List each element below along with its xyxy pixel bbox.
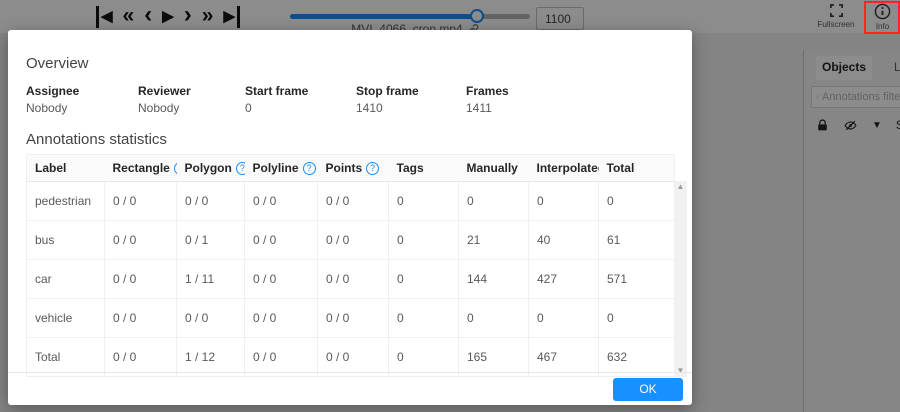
stat-value: 0 xyxy=(388,181,459,221)
column-header-tags: Tags xyxy=(388,154,459,182)
start-frame-label: Start frame xyxy=(245,84,309,98)
stop-frame-label: Stop frame xyxy=(356,84,419,98)
stat-value: 0 / 1 xyxy=(176,220,245,260)
stat-value: 0 / 0 xyxy=(104,220,177,260)
stat-value: 427 xyxy=(528,259,599,299)
question-circle-icon[interactable]: ? xyxy=(173,162,177,175)
column-header-rectangle: Rectangle? xyxy=(104,154,177,182)
stat-value: 0 / 0 xyxy=(244,337,318,377)
statistics-table: LabelRectangle?Polygon?Polyline?Points?T… xyxy=(26,154,675,377)
stats-row: pedestrian 0 / 00 / 00 / 00 / 00000 xyxy=(26,181,675,221)
stat-value: 0 xyxy=(388,220,459,260)
stat-value: 0 / 0 xyxy=(317,337,389,377)
stat-value: 0 xyxy=(458,181,529,221)
stat-value: 165 xyxy=(458,337,529,377)
stats-row: car 0 / 01 / 11 0 / 00 / 0 0 144 427 571 xyxy=(26,259,675,299)
row-label: vehicle xyxy=(26,298,105,338)
stat-value: 0 xyxy=(598,298,675,338)
stats-table-body: pedestrian 0 / 00 / 00 / 00 / 0 0 0 0 0 bus 0 /… xyxy=(26,181,675,377)
stat-value: 144 xyxy=(458,259,529,299)
stat-value: 467 xyxy=(528,337,599,377)
column-header-polyline: Polyline? xyxy=(244,154,318,182)
stat-value: 0 / 0 xyxy=(104,298,177,338)
stat-value: 0 / 0 xyxy=(176,298,245,338)
stat-value: 0 xyxy=(598,181,675,221)
stat-value: 632 xyxy=(598,337,675,377)
overview-fields: Assignee Nobody Reviewer Nobody Start fr… xyxy=(26,84,684,115)
overview-title: Overview xyxy=(26,55,89,72)
row-label: car xyxy=(26,259,105,299)
stat-value: 0 / 0 xyxy=(244,259,318,299)
stats-row: Total 0 / 01 / 12 0 / 00 / 0 0 165 467 632 xyxy=(26,337,675,377)
stat-value: 1 / 11 xyxy=(176,259,245,299)
stat-value: 0 / 0 xyxy=(104,181,177,221)
stat-value: 21 xyxy=(458,220,529,260)
stat-value: 0 xyxy=(528,298,599,338)
table-scrollbar[interactable]: ▲ ▼ xyxy=(674,181,687,377)
row-label: bus xyxy=(26,220,105,260)
stat-value: 0 / 0 xyxy=(244,298,318,338)
stat-value: 0 / 0 xyxy=(317,220,389,260)
stat-value: 0 / 0 xyxy=(104,259,177,299)
question-circle-icon[interactable]: ? xyxy=(302,162,316,175)
stats-row: bus 0 / 00 / 10 / 00 / 0 0 21 40 61 xyxy=(26,220,675,260)
stat-value: 0 / 0 xyxy=(176,181,245,221)
reviewer-value: Nobody xyxy=(138,101,180,115)
scroll-up-icon[interactable]: ▲ xyxy=(677,183,685,191)
stat-value: 0 / 0 xyxy=(317,298,389,338)
stats-row: vehicle 0 / 00 / 00 / 00 / 00000 xyxy=(26,298,675,338)
row-label: Total xyxy=(26,337,105,377)
stop-frame-value: 1410 xyxy=(356,101,383,115)
job-info-modal: Overview Assignee Nobody Reviewer Nobody… xyxy=(8,30,692,405)
stat-value: 0 xyxy=(388,337,459,377)
stat-value: 0 xyxy=(388,259,459,299)
reviewer-label: Reviewer xyxy=(138,84,191,98)
column-header-polygon: Polygon? xyxy=(176,154,245,182)
question-circle-icon[interactable]: ? xyxy=(366,162,380,175)
annotations-statistics-title: Annotations statistics xyxy=(26,131,167,148)
stat-value: 0 / 0 xyxy=(104,337,177,377)
question-circle-icon[interactable]: ? xyxy=(235,162,245,175)
start-frame-value: 0 xyxy=(245,101,252,115)
modal-footer: OK xyxy=(8,372,692,405)
column-header-interpolated: Interpolated xyxy=(528,154,599,182)
stat-value: 0 / 0 xyxy=(244,181,318,221)
stats-header-row: LabelRectangle?Polygon?Polyline?Points?T… xyxy=(26,154,675,182)
frames-label: Frames xyxy=(466,84,509,98)
statistics-table-wrap: LabelRectangle?Polygon?Polyline?Points?T… xyxy=(26,154,687,377)
column-header-points: Points? xyxy=(317,154,389,182)
stat-value: 0 xyxy=(388,298,459,338)
stat-value: 0 / 0 xyxy=(317,181,389,221)
ok-button[interactable]: OK xyxy=(613,377,683,401)
assignee-label: Assignee xyxy=(26,84,80,98)
column-header-total: Total xyxy=(598,154,675,182)
row-label: pedestrian xyxy=(26,181,105,221)
stat-value: 0 xyxy=(528,181,599,221)
stat-value: 40 xyxy=(528,220,599,260)
stat-value: 1 / 12 xyxy=(176,337,245,377)
stat-value: 571 xyxy=(598,259,675,299)
stat-value: 0 / 0 xyxy=(317,259,389,299)
frames-value: 1411 xyxy=(466,101,492,115)
column-header-label: Label xyxy=(26,154,105,182)
column-header-manually: Manually xyxy=(458,154,529,182)
stat-value: 61 xyxy=(598,220,675,260)
assignee-value: Nobody xyxy=(26,101,68,115)
stat-value: 0 / 0 xyxy=(244,220,318,260)
stat-value: 0 xyxy=(458,298,529,338)
